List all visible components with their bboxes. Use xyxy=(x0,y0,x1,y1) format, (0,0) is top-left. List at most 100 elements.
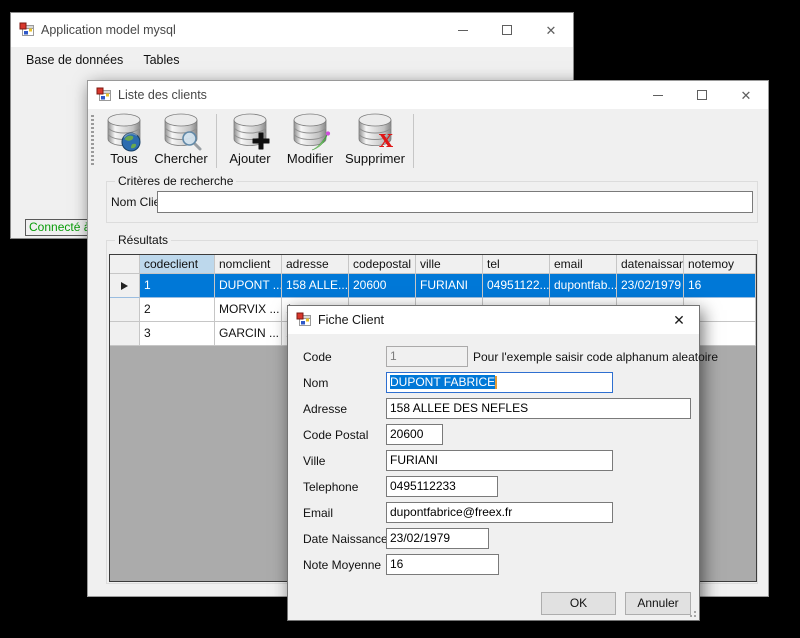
cell-codepostal[interactable]: 20600 xyxy=(349,274,416,298)
field-row-email: Email dupontfabrice@freex.fr xyxy=(288,502,699,524)
cell-datenaissance[interactable]: 23/02/1979 xyxy=(617,274,684,298)
code-postal-input[interactable]: 20600 xyxy=(386,424,443,445)
field-row-code-postal: Code Postal 20600 xyxy=(288,424,699,446)
column-header-ville[interactable]: ville xyxy=(416,255,483,274)
field-row-ville: Ville FURIANI xyxy=(288,450,699,472)
ajouter-label: Ajouter xyxy=(229,151,270,166)
date-naissance-value: 23/02/1979 xyxy=(390,531,450,545)
telephone-input[interactable]: 0495112233 xyxy=(386,476,498,497)
field-row-nom: Nom DUPONT FABRICE xyxy=(288,372,699,394)
text-caret xyxy=(495,376,497,389)
note-moyenne-value: 16 xyxy=(390,557,403,571)
results-title: Résultats xyxy=(115,233,171,247)
column-header-datenaissance[interactable]: datenaissance xyxy=(617,255,684,274)
modifier-label: Modifier xyxy=(287,151,333,166)
close-button[interactable]: ✕ xyxy=(659,306,699,334)
code-postal-label: Code Postal xyxy=(303,428,368,442)
cell-codeclient[interactable]: 1 xyxy=(140,274,215,298)
cell-tel[interactable]: 04951122... xyxy=(483,274,550,298)
column-header-codeclient[interactable]: codeclient xyxy=(140,255,215,274)
edit-pen-icon xyxy=(310,130,332,152)
maximize-icon xyxy=(697,90,707,100)
ville-value: FURIANI xyxy=(390,453,438,467)
adresse-input[interactable]: 158 ALLEE DES NEFLES xyxy=(386,398,691,419)
minimize-icon xyxy=(653,95,663,96)
nom-input[interactable]: DUPONT FABRICE xyxy=(386,372,613,393)
fiche-client-title: Fiche Client xyxy=(318,313,384,327)
toolbar-separator xyxy=(216,114,217,168)
tous-button[interactable]: Tous xyxy=(98,112,150,170)
column-header-notemoy[interactable]: notemoy xyxy=(684,255,756,274)
row-selector-cell[interactable] xyxy=(110,274,140,298)
search-icon xyxy=(181,130,203,152)
chercher-button[interactable]: Chercher xyxy=(150,112,212,170)
field-row-note-moyenne: Note Moyenne 16 xyxy=(288,554,699,576)
ok-button[interactable]: OK xyxy=(541,592,616,615)
close-button[interactable]: ✕ xyxy=(724,81,768,109)
grid-corner-cell[interactable] xyxy=(110,255,140,274)
minimize-icon xyxy=(458,30,468,31)
menu-bar: Base de données Tables xyxy=(11,47,573,73)
app-window-title: Application model mysql xyxy=(41,23,176,37)
email-input[interactable]: dupontfabrice@freex.fr xyxy=(386,502,613,523)
column-header-codepostal[interactable]: codepostal xyxy=(349,255,416,274)
close-icon: ✕ xyxy=(546,24,557,37)
code-value: 1 xyxy=(390,349,397,363)
minimize-button[interactable] xyxy=(636,81,680,109)
email-value: dupontfabrice@freex.fr xyxy=(390,505,512,519)
modifier-button[interactable]: Modifier xyxy=(279,112,341,170)
ajouter-button[interactable]: Ajouter xyxy=(221,112,279,170)
winforms-app-icon xyxy=(296,312,312,328)
winforms-app-icon xyxy=(19,22,35,38)
fiche-client-body: Code 1 Pour l'exemple saisir code alphan… xyxy=(288,334,699,620)
field-row-code: Code 1 Pour l'exemple saisir code alphan… xyxy=(288,346,699,368)
field-row-adresse: Adresse 158 ALLEE DES NEFLES xyxy=(288,398,699,420)
row-selector-cell[interactable] xyxy=(110,322,140,346)
date-naissance-input[interactable]: 23/02/1979 xyxy=(386,528,489,549)
cell-nomclient[interactable]: DUPONT ... xyxy=(215,274,282,298)
column-header-tel[interactable]: tel xyxy=(483,255,550,274)
toolbar-grip[interactable] xyxy=(91,115,94,167)
cell-codeclient[interactable]: 2 xyxy=(140,298,215,322)
fiche-client-titlebar[interactable]: Fiche Client ✕ xyxy=(288,306,699,334)
menu-item-tables[interactable]: Tables xyxy=(133,49,189,71)
cell-notemoy[interactable]: 16 xyxy=(684,274,756,298)
delete-x-icon: X xyxy=(375,130,397,152)
cancel-button[interactable]: Annuler xyxy=(625,592,691,615)
cell-nomclient[interactable]: GARCIN ... xyxy=(215,322,282,346)
column-header-adresse[interactable]: adresse xyxy=(282,255,349,274)
current-row-arrow-icon xyxy=(121,282,128,290)
note-moyenne-label: Note Moyenne xyxy=(303,558,381,572)
telephone-value: 0495112233 xyxy=(390,479,456,493)
app-window-titlebar[interactable]: Application model mysql ✕ xyxy=(11,13,573,47)
date-naissance-label: Date Naissance xyxy=(303,532,388,546)
column-header-nomclient[interactable]: nomclient xyxy=(215,255,282,274)
globe-icon xyxy=(120,131,142,153)
resize-grip[interactable] xyxy=(687,608,696,617)
maximize-button[interactable] xyxy=(485,13,529,47)
cell-ville[interactable]: FURIANI xyxy=(416,274,483,298)
ville-label: Ville xyxy=(303,454,325,468)
note-moyenne-input[interactable]: 16 xyxy=(386,554,499,575)
cell-codeclient[interactable]: 3 xyxy=(140,322,215,346)
supprimer-button[interactable]: X Supprimer xyxy=(341,112,409,170)
close-button[interactable]: ✕ xyxy=(529,13,573,47)
tous-label: Tous xyxy=(110,151,137,166)
client-list-titlebar[interactable]: Liste des clients ✕ xyxy=(88,81,768,109)
menu-item-base-de-donnees[interactable]: Base de données xyxy=(16,49,133,71)
nom-client-input[interactable] xyxy=(157,191,753,213)
ville-input[interactable]: FURIANI xyxy=(386,450,613,471)
cell-email[interactable]: dupontfab... xyxy=(550,274,617,298)
email-label: Email xyxy=(303,506,333,520)
cell-nomclient[interactable]: MORVIX ... xyxy=(215,298,282,322)
chercher-label: Chercher xyxy=(154,151,207,166)
minimize-button[interactable] xyxy=(441,13,485,47)
cell-adresse[interactable]: 158 ALLE... xyxy=(282,274,349,298)
maximize-button[interactable] xyxy=(680,81,724,109)
column-header-email[interactable]: email xyxy=(550,255,617,274)
table-row[interactable]: 1 DUPONT ... 158 ALLE... 20600 FURIANI 0… xyxy=(110,274,756,298)
code-input: 1 xyxy=(386,346,468,367)
row-selector-cell[interactable] xyxy=(110,298,140,322)
connection-status-label: Connecté à xyxy=(25,219,91,236)
toolbar: Tous Chercher xyxy=(88,109,768,172)
